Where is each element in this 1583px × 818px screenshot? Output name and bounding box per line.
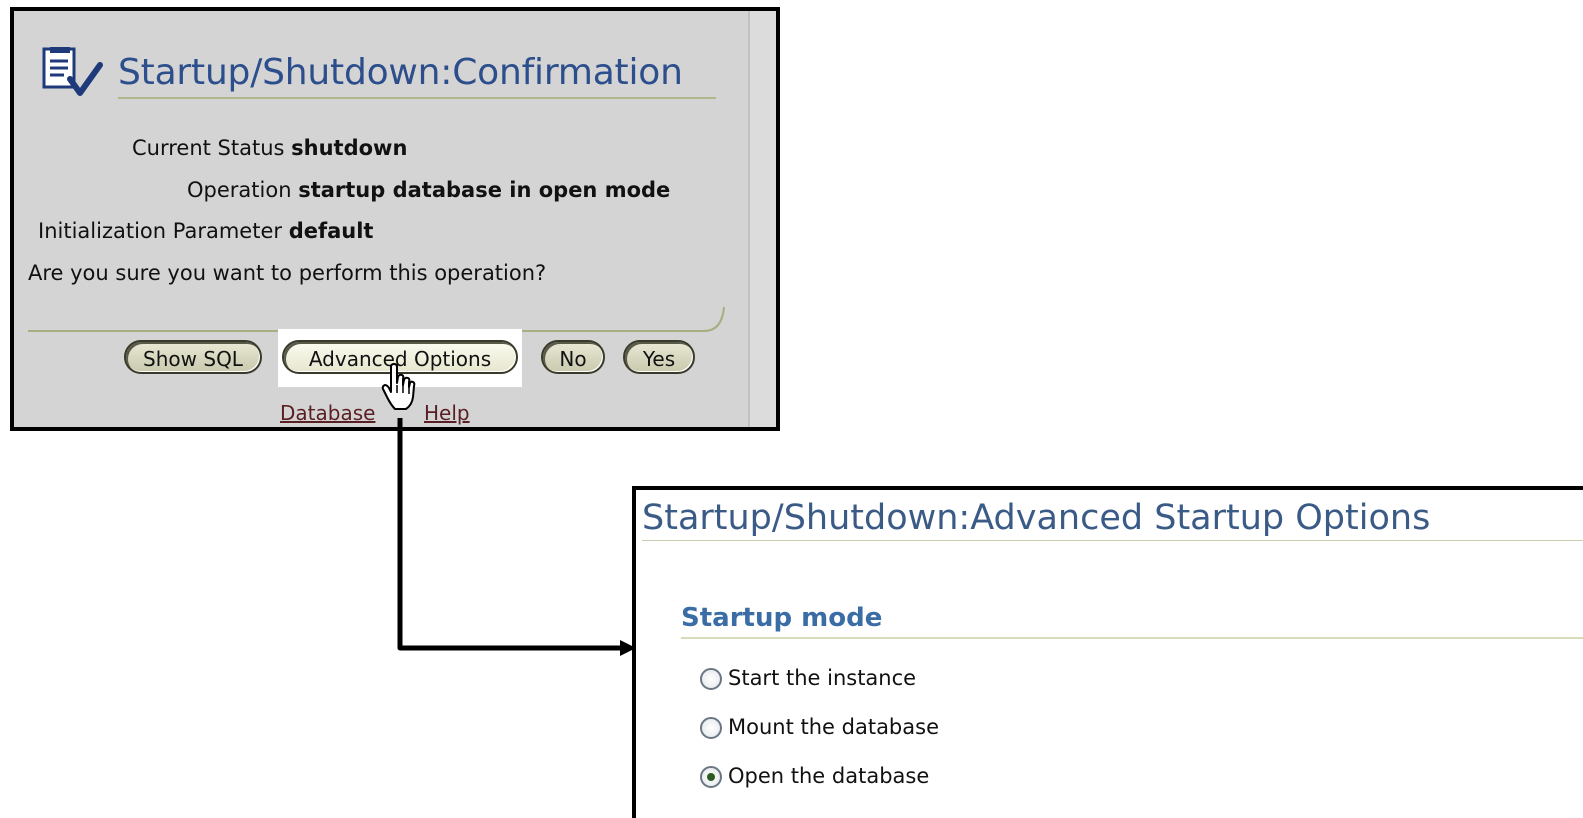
operation-value: startup database in open mode [298,178,671,202]
help-link[interactable]: Help [424,401,470,425]
init-param-value: default [288,219,374,243]
init-param-label: Initialization Parameter [38,219,282,243]
radio-label[interactable]: Mount the database [728,713,939,741]
hand-pointer-icon [381,363,416,410]
current-status-value: shutdown [291,136,408,160]
current-status-row: Current Status shutdown [132,135,407,161]
operation-label: Operation [187,178,292,202]
startup-mode-heading: Startup mode [681,603,883,633]
current-status-label: Current Status [132,136,285,160]
advanced-page-title: Startup/Shutdown:Advanced Startup Option… [642,498,1431,538]
startup-mode-divider [681,637,1583,639]
advanced-options-panel: Startup/Shutdown:Advanced Startup Option… [632,486,1583,818]
init-param-row: Initialization Parameter default [38,218,373,244]
show-sql-button[interactable]: Show SQL [124,340,262,374]
confirmation-panel: Startup/Shutdown:Confirmation Current St… [10,7,780,431]
title-divider [118,97,716,99]
radio-label[interactable]: Start the instance [728,664,916,692]
document-check-icon [42,47,103,96]
page-title: Startup/Shutdown:Confirmation [118,52,683,93]
radio-label[interactable]: Open the database [728,762,929,790]
advanced-title-divider [642,540,1583,541]
operation-row: Operation startup database in open mode [187,177,670,203]
database-link[interactable]: Database [280,401,375,425]
no-button[interactable]: No [541,340,605,374]
radio-button-selected[interactable] [700,766,722,788]
yes-button[interactable]: Yes [623,340,695,374]
scrollbar[interactable] [748,11,776,427]
radio-button[interactable] [700,717,722,739]
confirmation-question: Are you sure you want to perform this op… [28,261,547,285]
radio-button[interactable] [700,668,722,690]
